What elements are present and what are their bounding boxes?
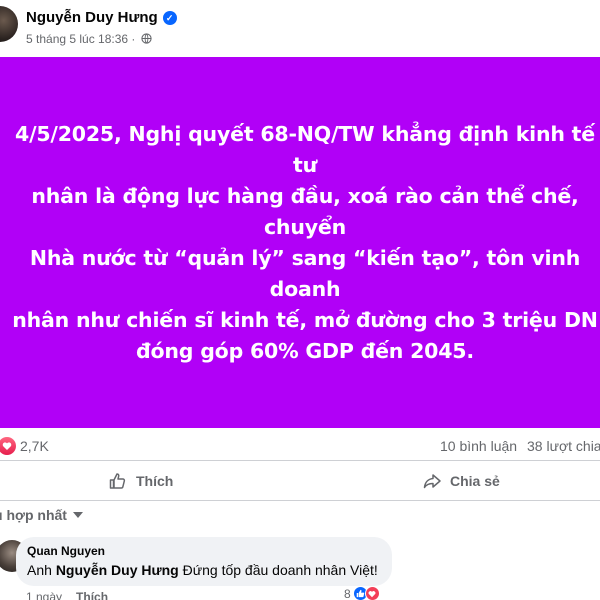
post-actions: Thích Chia sẻ [0, 462, 600, 500]
thumbs-up-icon [109, 473, 126, 489]
caret-down-icon [72, 512, 83, 518]
comment-time[interactable]: 1 ngày [26, 590, 62, 600]
globe-icon [141, 33, 152, 44]
post-meta: 5 tháng 5 lúc 18:36 · [26, 32, 152, 46]
share-label: Chia sẻ [450, 473, 500, 489]
share-count[interactable]: 38 lượt chia [527, 438, 600, 454]
comment-body: Đứng tốp đầu doanh nhân Việt! [178, 562, 378, 578]
commenter-name[interactable]: Quan Nguyen [27, 544, 105, 558]
comment-mention[interactable]: Nguyễn Duy Hưng [56, 562, 179, 578]
post-banner[interactable]: 4/5/2025, Nghị quyết 68-NQ/TW khẳng định… [0, 57, 600, 428]
like-label: Thích [136, 473, 174, 489]
share-button[interactable]: Chia sẻ [422, 462, 500, 500]
reaction-count[interactable]: 2,7K [20, 438, 49, 454]
banner-text: 4/5/2025, Nghị quyết 68-NQ/TW khẳng định… [12, 121, 598, 363]
comment-prefix: Anh [27, 562, 56, 578]
heart-reaction-icon [364, 586, 380, 600]
divider [0, 460, 600, 461]
comment-reaction-count: 8 [344, 586, 351, 600]
verified-badge-icon: ✓ [162, 11, 177, 25]
comment-reactions[interactable]: 8 [344, 586, 380, 600]
comment-sort-dropdown[interactable]: u hợp nhất [0, 507, 83, 523]
author-name-row: Nguyễn Duy Hưng ✓ [26, 9, 177, 26]
comment-footer: 1 ngày Thích [26, 590, 108, 600]
comment-like-link[interactable]: Thích [76, 590, 108, 600]
like-button[interactable]: Thích [108, 462, 173, 500]
post-stats: 2,7K 10 bình luận 38 lượt chia [0, 432, 600, 460]
sort-label: u hợp nhất [0, 507, 67, 523]
divider [0, 500, 600, 501]
author-name[interactable]: Nguyễn Duy Hưng [26, 9, 158, 26]
heart-reaction-icon[interactable] [0, 437, 16, 455]
comment-count[interactable]: 10 bình luận [440, 438, 517, 454]
author-avatar[interactable] [0, 6, 18, 42]
post-header: Nguyễn Duy Hưng ✓ 5 tháng 5 lúc 18:36 · [0, 0, 600, 58]
post-timestamp[interactable]: 5 tháng 5 lúc 18:36 · [26, 32, 135, 46]
comment-text: Anh Nguyễn Duy Hưng Đứng tốp đầu doanh n… [27, 562, 378, 578]
share-arrow-icon [423, 474, 441, 489]
